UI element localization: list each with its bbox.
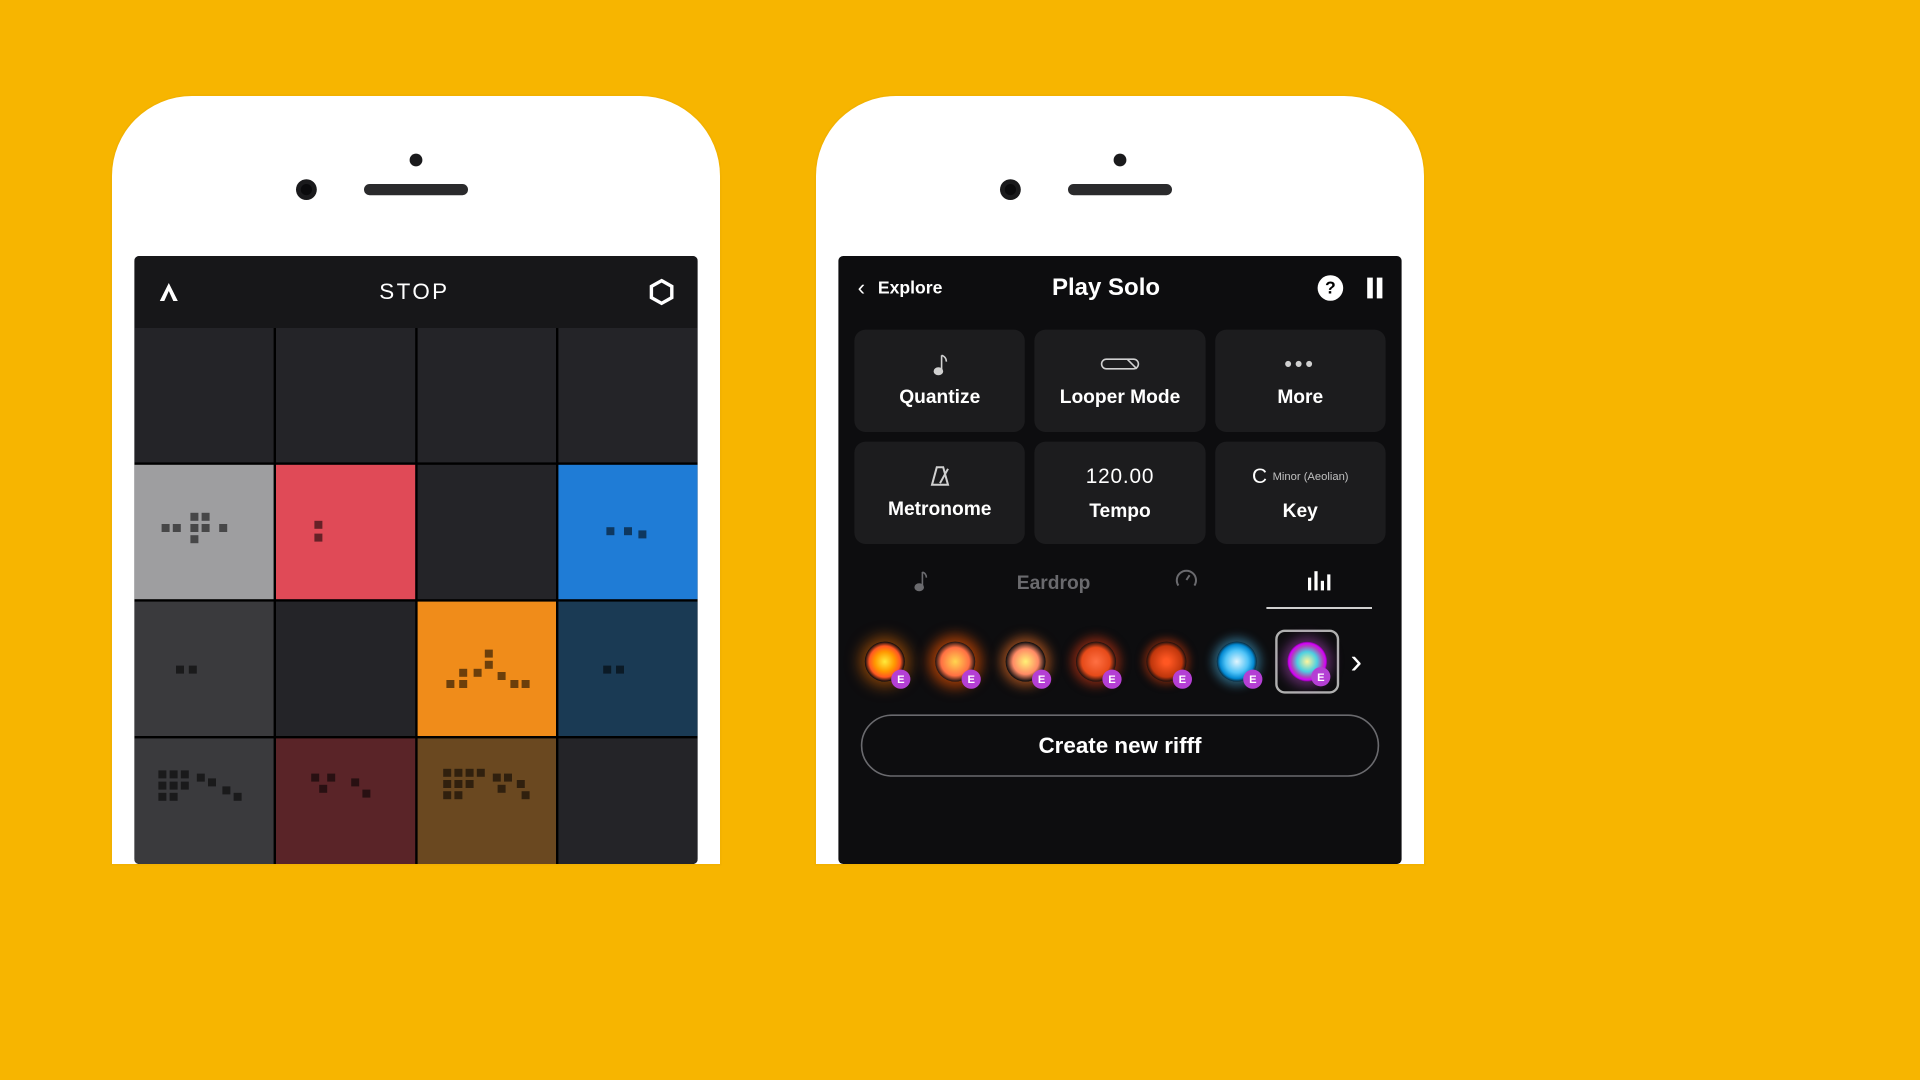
preset-badge: E <box>1311 667 1330 686</box>
preset-item[interactable]: E <box>1064 630 1128 694</box>
pad-cell[interactable] <box>559 738 698 864</box>
phone-right: ‹ Explore Play Solo ? Quantize Looper Mo… <box>816 96 1424 864</box>
help-icon[interactable]: ? <box>1318 275 1344 301</box>
preset-item[interactable]: E <box>1134 630 1198 694</box>
phone-speaker <box>1068 184 1172 195</box>
quantize-tile[interactable]: Quantize <box>854 330 1025 432</box>
preset-item[interactable]: E <box>994 630 1058 694</box>
cta-label: Create new rifff <box>1038 733 1201 759</box>
pad-cell[interactable] <box>559 465 698 599</box>
tile-label: Tempo <box>1089 500 1151 522</box>
back-chevron-icon[interactable]: ‹ <box>858 275 865 301</box>
pad-cell[interactable] <box>559 602 698 736</box>
scroll-right-icon[interactable]: › <box>1350 642 1362 682</box>
pad-cell[interactable] <box>134 602 273 736</box>
more-tile[interactable]: ••• More <box>1215 330 1386 432</box>
tab-bar: Eardrop <box>838 554 1401 614</box>
tile-label: Quantize <box>899 386 980 408</box>
preset-badge: E <box>1173 670 1192 689</box>
pause-icon[interactable] <box>1367 278 1382 299</box>
app-logo-icon[interactable] <box>157 280 181 304</box>
phone-front-camera <box>296 179 317 200</box>
pad-cell[interactable] <box>134 465 273 599</box>
settings-hex-icon[interactable] <box>648 278 675 305</box>
preset-badge: E <box>1243 670 1262 689</box>
note-icon <box>932 353 948 375</box>
phone-speaker <box>364 184 468 195</box>
pad-cell[interactable] <box>276 328 415 462</box>
header: ‹ Explore Play Solo ? <box>838 256 1401 320</box>
tab-knob[interactable] <box>1120 568 1253 609</box>
pad-grid <box>134 328 697 864</box>
settings-tiles: Quantize Looper Mode ••• More Metronome … <box>838 320 1401 554</box>
preset-badge: E <box>1032 670 1051 689</box>
tab-note[interactable] <box>854 568 987 608</box>
pad-cell[interactable] <box>417 738 556 864</box>
tab-label: Eardrop <box>1017 572 1091 594</box>
pad-cell[interactable] <box>417 465 556 599</box>
pad-cell[interactable] <box>134 738 273 864</box>
tile-label: Key <box>1283 500 1318 522</box>
phone-camera <box>410 154 423 167</box>
preset-badge: E <box>891 670 910 689</box>
knob-icon <box>1174 568 1198 592</box>
pad-cell[interactable] <box>417 328 556 462</box>
looper-mode-tile[interactable]: Looper Mode <box>1035 330 1206 432</box>
metronome-icon <box>929 465 951 487</box>
tile-label: Metronome <box>888 498 991 520</box>
tempo-tile[interactable]: 120.00 Tempo <box>1035 442 1206 544</box>
preset-badge: E <box>1102 670 1121 689</box>
tempo-value: 120.00 <box>1086 464 1154 489</box>
screen-pad-grid: STOP <box>134 256 697 864</box>
preset-badge: E <box>962 670 981 689</box>
bars-icon <box>1307 568 1331 592</box>
transport-label[interactable]: STOP <box>379 279 449 305</box>
phone-left: STOP <box>112 96 720 864</box>
pad-cell[interactable] <box>134 328 273 462</box>
create-rifff-button[interactable]: Create new rifff <box>861 714 1379 776</box>
topbar: STOP <box>134 256 697 328</box>
pad-cell[interactable] <box>276 602 415 736</box>
preset-item[interactable]: E <box>923 630 987 694</box>
preset-item[interactable]: E <box>853 630 917 694</box>
metronome-tile[interactable]: Metronome <box>854 442 1025 544</box>
page-title: Play Solo <box>904 274 1308 301</box>
looper-icon <box>1100 353 1140 375</box>
tile-label: More <box>1277 386 1323 408</box>
key-tile[interactable]: C Minor (Aeolian) Key <box>1215 442 1386 544</box>
preset-item-selected[interactable]: E <box>1275 630 1339 694</box>
preset-item[interactable]: E <box>1205 630 1269 694</box>
key-mode: Minor (Aeolian) <box>1273 470 1349 483</box>
pad-cell[interactable] <box>276 738 415 864</box>
pad-cell[interactable] <box>417 602 556 736</box>
tab-bars[interactable] <box>1253 568 1386 608</box>
phone-front-camera <box>1000 179 1021 200</box>
preset-row: E E E E E E E › <box>838 614 1401 704</box>
more-dots-icon: ••• <box>1285 353 1316 375</box>
tile-label: Looper Mode <box>1060 386 1181 408</box>
key-note: C <box>1252 464 1268 489</box>
tab-eardrop[interactable]: Eardrop <box>987 572 1120 606</box>
screen-play-solo: ‹ Explore Play Solo ? Quantize Looper Mo… <box>838 256 1401 864</box>
pad-cell[interactable] <box>559 328 698 462</box>
phone-camera <box>1114 154 1127 167</box>
note-icon <box>914 568 928 592</box>
pad-cell[interactable] <box>276 465 415 599</box>
